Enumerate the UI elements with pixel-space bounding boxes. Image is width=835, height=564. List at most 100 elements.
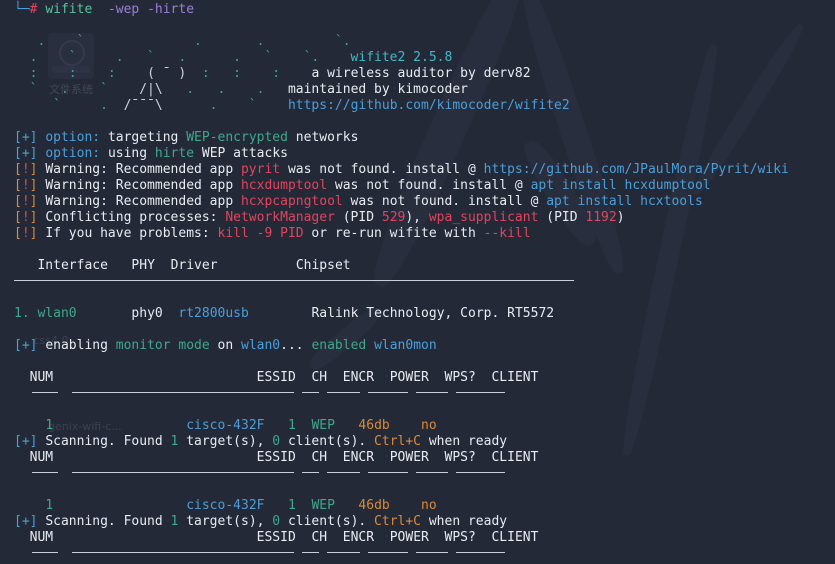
log-segment: Scanning. Found — [45, 514, 171, 529]
log-tag: [+] — [14, 434, 38, 449]
log-segment: Warning: Recommended app — [45, 194, 241, 209]
column-rule — [72, 552, 294, 553]
log-segment: (PID — [334, 210, 382, 225]
scan-table-row[interactable]: 1 cisco-432F 1 WEP 46db no — [0, 498, 835, 514]
log-segment: target(s), — [178, 514, 273, 529]
column-rule — [32, 472, 58, 473]
log-segment: Scanning. Found — [45, 434, 171, 449]
log-segment: Ctrl+C — [374, 434, 422, 449]
banner-row: . ` . . `. — [14, 34, 351, 49]
scan-table-row[interactable]: 1 cisco-432F 1 WEP 46db no — [0, 418, 835, 434]
prompt-corner-glyph: └─ — [14, 2, 30, 17]
column-rule — [368, 552, 408, 553]
log-segment: on — [217, 338, 241, 353]
column-rule — [302, 392, 319, 393]
banner-version: wifite2 2.5.8 — [350, 50, 453, 65]
column-rule — [327, 472, 360, 473]
iface-name: wlan0 — [37, 306, 77, 321]
log-segment: apt install hcxdumptool — [530, 178, 711, 193]
banner-row: . ` . ` . . ` `. wifite2 2.5.8 — [14, 50, 453, 65]
log-segment: enabled — [311, 338, 375, 353]
log-segment: monitor mode — [115, 338, 218, 353]
cell-encr: WEP — [311, 498, 335, 513]
scan-table-rule — [0, 386, 835, 402]
col-header-encr: ENCR — [342, 530, 375, 545]
scan-table-header: NUM ESSID CH ENCR POWER WPS? CLIENT — [0, 450, 835, 466]
log-segment: hcxpcapngtool — [240, 194, 343, 209]
column-rule — [368, 472, 408, 473]
log-line-group: [+] option: targeting WEP-encrypted netw… — [0, 130, 835, 242]
col-header-client: CLIENT — [491, 450, 539, 465]
log-segment: using — [107, 146, 155, 161]
log-line-kill-hint: [!] If you have problems: kill -9 PID or… — [0, 226, 835, 242]
column-rule — [456, 392, 505, 393]
scan-table-header: NUM ESSID CH ENCR POWER WPS? CLIENT — [0, 530, 835, 546]
banner-row: : : : ( ¯ ) : : : a wireless auditor by … — [14, 66, 531, 81]
log-segment: networks — [295, 130, 359, 145]
log-tag: [+] — [14, 338, 38, 353]
log-tag: [+] — [14, 130, 38, 145]
banner-url: https://github.com/kimocoder/wifite2 — [287, 98, 570, 113]
log-line-option-hirte: [+] option: using hirte WEP attacks — [0, 146, 835, 162]
log-segment: 529 — [381, 210, 406, 225]
log-segment: kill -9 PID — [217, 226, 304, 241]
column-rule — [368, 392, 408, 393]
log-segment: client(s). — [280, 434, 375, 449]
scan-block-group: NUM ESSID CH ENCR POWER WPS? CLIENT 1 ci… — [0, 370, 835, 564]
monitor-mode-line: [+] enabling monitor mode on wlan0... en… — [0, 338, 835, 354]
shell-prompt-line: └─# wifite -wep -hirte — [0, 2, 835, 18]
scanning-status-line: [+] Scanning. Found 1 target(s), 0 clien… — [0, 434, 835, 450]
log-segment: targeting — [107, 130, 187, 145]
cell-ch: 1 — [287, 418, 296, 433]
col-header-power: POWER — [389, 530, 429, 545]
log-segment: target(s), — [178, 434, 273, 449]
col-header-num: NUM — [29, 370, 54, 385]
log-tag: [!] — [14, 178, 38, 193]
log-segment: enabling — [45, 338, 116, 353]
log-segment: client(s). — [280, 514, 375, 529]
scanning-status-line: [+] Scanning. Found 1 target(s), 0 clien… — [0, 514, 835, 530]
log-segment: wlan0mon — [374, 338, 437, 353]
log-segment: 0 — [272, 514, 281, 529]
column-rule — [327, 392, 360, 393]
banner-maintainer: maintained by kimocoder — [287, 82, 468, 97]
log-segment: hirte — [154, 146, 202, 161]
log-segment: was not found. install @ — [280, 162, 484, 177]
log-segment: https://github.com/JPaulMora/Pyrit/wiki — [483, 162, 789, 177]
scan-table-rule — [0, 546, 835, 562]
log-segment: pyrit — [240, 162, 281, 177]
prompt-args: -wep -hirte — [107, 2, 195, 17]
column-rule — [32, 392, 58, 393]
log-segment: when ready — [421, 434, 508, 449]
cell-power: 46db — [358, 498, 390, 513]
log-tag: [+] — [14, 146, 38, 161]
iface-phy: phy0 — [131, 306, 163, 321]
interface-table-row[interactable]: 1. wlan0 phy0 rt2800usb Ralink Technolog… — [0, 306, 835, 322]
log-segment: Conflicting processes: — [45, 210, 226, 225]
log-segment: Warning: Recommended app — [45, 162, 241, 177]
col-header-essid: ESSID — [256, 370, 296, 385]
col-header-wps: WPS? — [444, 530, 476, 545]
log-segment: was not found. install @ — [327, 178, 531, 193]
banner-row: ` . /¯¯¯\ . ` https://github.com/kimocod… — [14, 98, 570, 113]
terminal-window[interactable]: 文件系统 css4.0 genix-wifi-c... └─# wifite -… — [0, 0, 835, 564]
interface-table-header: Interface PHY Driver Chipset — [0, 258, 835, 274]
col-header-wps: WPS? — [444, 450, 476, 465]
column-rule — [72, 472, 294, 473]
col-header-ch: CH — [311, 530, 328, 545]
col-header-client: CLIENT — [491, 530, 539, 545]
log-segment: option: — [45, 146, 108, 161]
